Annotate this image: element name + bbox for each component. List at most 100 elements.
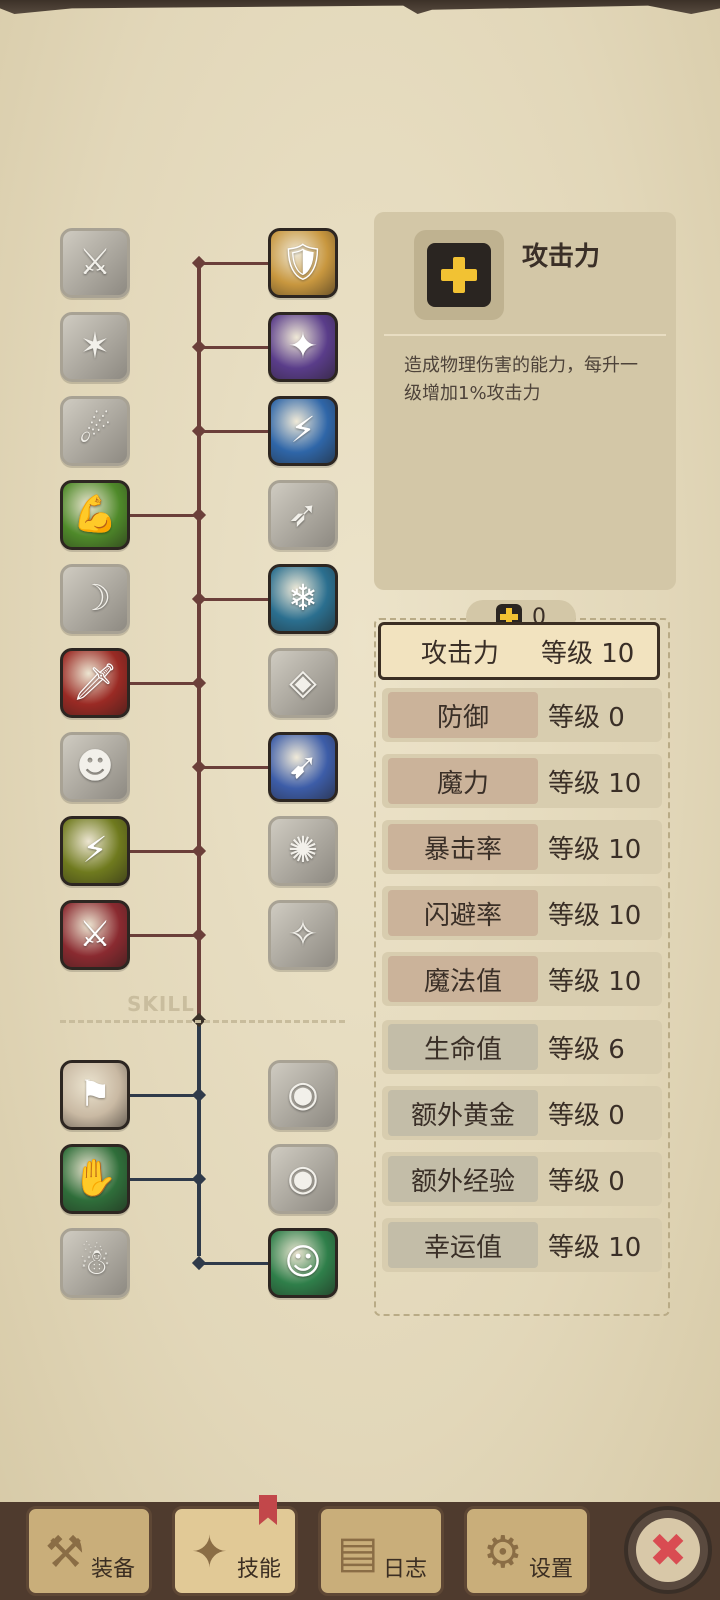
nav-tab-label: 装备: [90, 1557, 135, 1582]
skill-glyph: ☄: [78, 410, 112, 451]
tree-branch-left: [130, 850, 199, 853]
skill-watermark: SKILL: [127, 992, 195, 1016]
stat-row[interactable]: 暴击率 等级 10: [382, 820, 662, 874]
skill-tree-trunk-upper: [197, 262, 201, 1024]
skill-tree-trunk-lower: [197, 1020, 201, 1256]
skill-glyph: ⚡: [290, 410, 316, 451]
tier-separator: [60, 1020, 345, 1023]
blade-slash-icon[interactable]: ⚔: [60, 228, 130, 298]
gear-icon: ⚙: [483, 1527, 523, 1578]
greatsword-icon[interactable]: ⚔: [60, 900, 130, 970]
purple-blast-icon[interactable]: ✦: [268, 312, 338, 382]
skill-sigil-icon: ✦: [191, 1527, 228, 1578]
sparkle-bomb-icon[interactable]: ✧: [268, 900, 338, 970]
skill-glyph: ⚔: [78, 242, 112, 283]
shadow-dash-icon[interactable]: ☽: [60, 564, 130, 634]
kick-strike-icon[interactable]: ✶: [60, 312, 130, 382]
detail-description: 造成物理伤害的能力，每升一级增加1%攻击力: [404, 355, 638, 404]
stat-label: 魔法值: [388, 956, 538, 1002]
tree-branch-right: [199, 346, 268, 349]
explosion-icon[interactable]: ✺: [268, 816, 338, 886]
stat-level: 等级 10: [548, 900, 642, 931]
skill-glyph: ➹: [287, 746, 319, 787]
skill-glyph: ☽: [78, 578, 112, 619]
detail-icon-frame: [414, 230, 504, 320]
skill-glyph: ☻: [76, 746, 114, 787]
golden-fury-icon[interactable]: ⚡: [60, 816, 130, 886]
tree-branch-left: [130, 682, 199, 685]
tree-branch-right: [199, 1262, 268, 1265]
stat-label: 暴击率: [388, 824, 538, 870]
nav-tab-equipment[interactable]: ⚒ 装备: [26, 1506, 152, 1596]
stat-row[interactable]: 闪避率 等级 10: [382, 886, 662, 940]
eye-treasure-icon[interactable]: ◉: [268, 1144, 338, 1214]
plus-icon: [441, 257, 477, 293]
skill-glyph: ✶: [79, 326, 111, 367]
skill-glyph: ✺: [287, 830, 319, 871]
lightning-icon[interactable]: ⚡: [268, 396, 338, 466]
stat-label: 幸运值: [388, 1222, 538, 1268]
eye-chest-icon[interactable]: ◉: [268, 1060, 338, 1130]
stat-row[interactable]: 魔力 等级 10: [382, 754, 662, 808]
tree-branch-left: [130, 514, 199, 517]
close-button[interactable]: ✖: [624, 1506, 712, 1594]
nav-tab-label: 日志: [382, 1557, 427, 1582]
green-spirit-icon[interactable]: ☺: [268, 1228, 338, 1298]
skill-glyph: ⚡: [82, 830, 108, 871]
stat-label: 闪避率: [388, 890, 538, 936]
holy-shield-icon[interactable]: 🛡: [268, 228, 338, 298]
stat-label: 额外黄金: [388, 1090, 538, 1136]
stat-row[interactable]: 魔法值 等级 10: [382, 952, 662, 1006]
shadow-strike-icon[interactable]: ☻: [60, 732, 130, 802]
nav-tab-settings[interactable]: ⚙ 设置: [464, 1506, 590, 1596]
skill-glyph: ➶: [287, 494, 319, 535]
red-chest-icon[interactable]: ⚑: [60, 1060, 130, 1130]
skill-glyph: ⚔: [78, 914, 112, 955]
dash-runner-icon[interactable]: ➶: [268, 480, 338, 550]
skill-glyph: ◈: [289, 662, 317, 703]
spin-shout-icon[interactable]: ☄: [60, 396, 130, 466]
skill-glyph: ⚑: [78, 1074, 112, 1115]
skill-glyph: 🗡: [72, 662, 118, 703]
stat-level: 等级 10: [548, 768, 642, 799]
tree-branch-left: [130, 1094, 199, 1097]
skill-detail-panel: 攻击力 造成物理伤害的能力，每升一级增加1%攻击力: [374, 212, 676, 590]
wind-blade-icon[interactable]: ➹: [268, 732, 338, 802]
close-icon: ✖: [636, 1518, 700, 1582]
stat-row[interactable]: 生命值 等级 6: [382, 1020, 662, 1074]
tree-branch-right: [199, 430, 268, 433]
nav-tab-skills[interactable]: ✦ 技能: [172, 1495, 298, 1596]
nav-tab-label: 设置: [528, 1557, 573, 1582]
stat-level: 等级 10: [541, 638, 635, 669]
muscle-arm-icon[interactable]: 💪: [60, 480, 130, 550]
stat-row[interactable]: 攻击力 等级 10: [378, 622, 660, 680]
stat-label: 攻击力: [420, 638, 499, 669]
stat-row[interactable]: 幸运值 等级 10: [382, 1218, 662, 1272]
frost-figure-icon[interactable]: ❄: [268, 564, 338, 634]
skill-glyph: ☺: [284, 1242, 322, 1283]
skill-glyph: 🛡: [280, 242, 326, 283]
skill-glyph: ☃: [78, 1242, 112, 1283]
stat-row[interactable]: 额外经验 等级 0: [382, 1152, 662, 1206]
nav-tab-journal[interactable]: ▤ 日志: [318, 1506, 444, 1596]
detail-icon: [427, 243, 491, 307]
tree-branch-right: [199, 766, 268, 769]
stat-row[interactable]: 额外黄金 等级 0: [382, 1086, 662, 1140]
tree-branch-left: [130, 1178, 199, 1181]
ghost-spirit-icon[interactable]: ☃: [60, 1228, 130, 1298]
nav-tab-label: 技能: [236, 1557, 281, 1582]
skill-glyph: ❄: [287, 578, 319, 619]
tree-branch-right: [199, 262, 268, 265]
skill-glyph: ✋: [72, 1158, 118, 1199]
skill-glyph: ✦: [287, 326, 319, 367]
stat-level: 等级 6: [548, 1034, 625, 1065]
skill-glyph: ✧: [287, 914, 319, 955]
stone-crack-icon[interactable]: ◈: [268, 648, 338, 718]
dagger-icon[interactable]: 🗡: [60, 648, 130, 718]
stat-label: 额外经验: [388, 1156, 538, 1202]
stat-row[interactable]: 防御 等级 0: [382, 688, 662, 742]
stat-level: 等级 0: [548, 1100, 625, 1131]
green-chest-icon[interactable]: ✋: [60, 1144, 130, 1214]
journal-icon: ▤: [337, 1527, 379, 1578]
detail-divider: [384, 334, 666, 336]
